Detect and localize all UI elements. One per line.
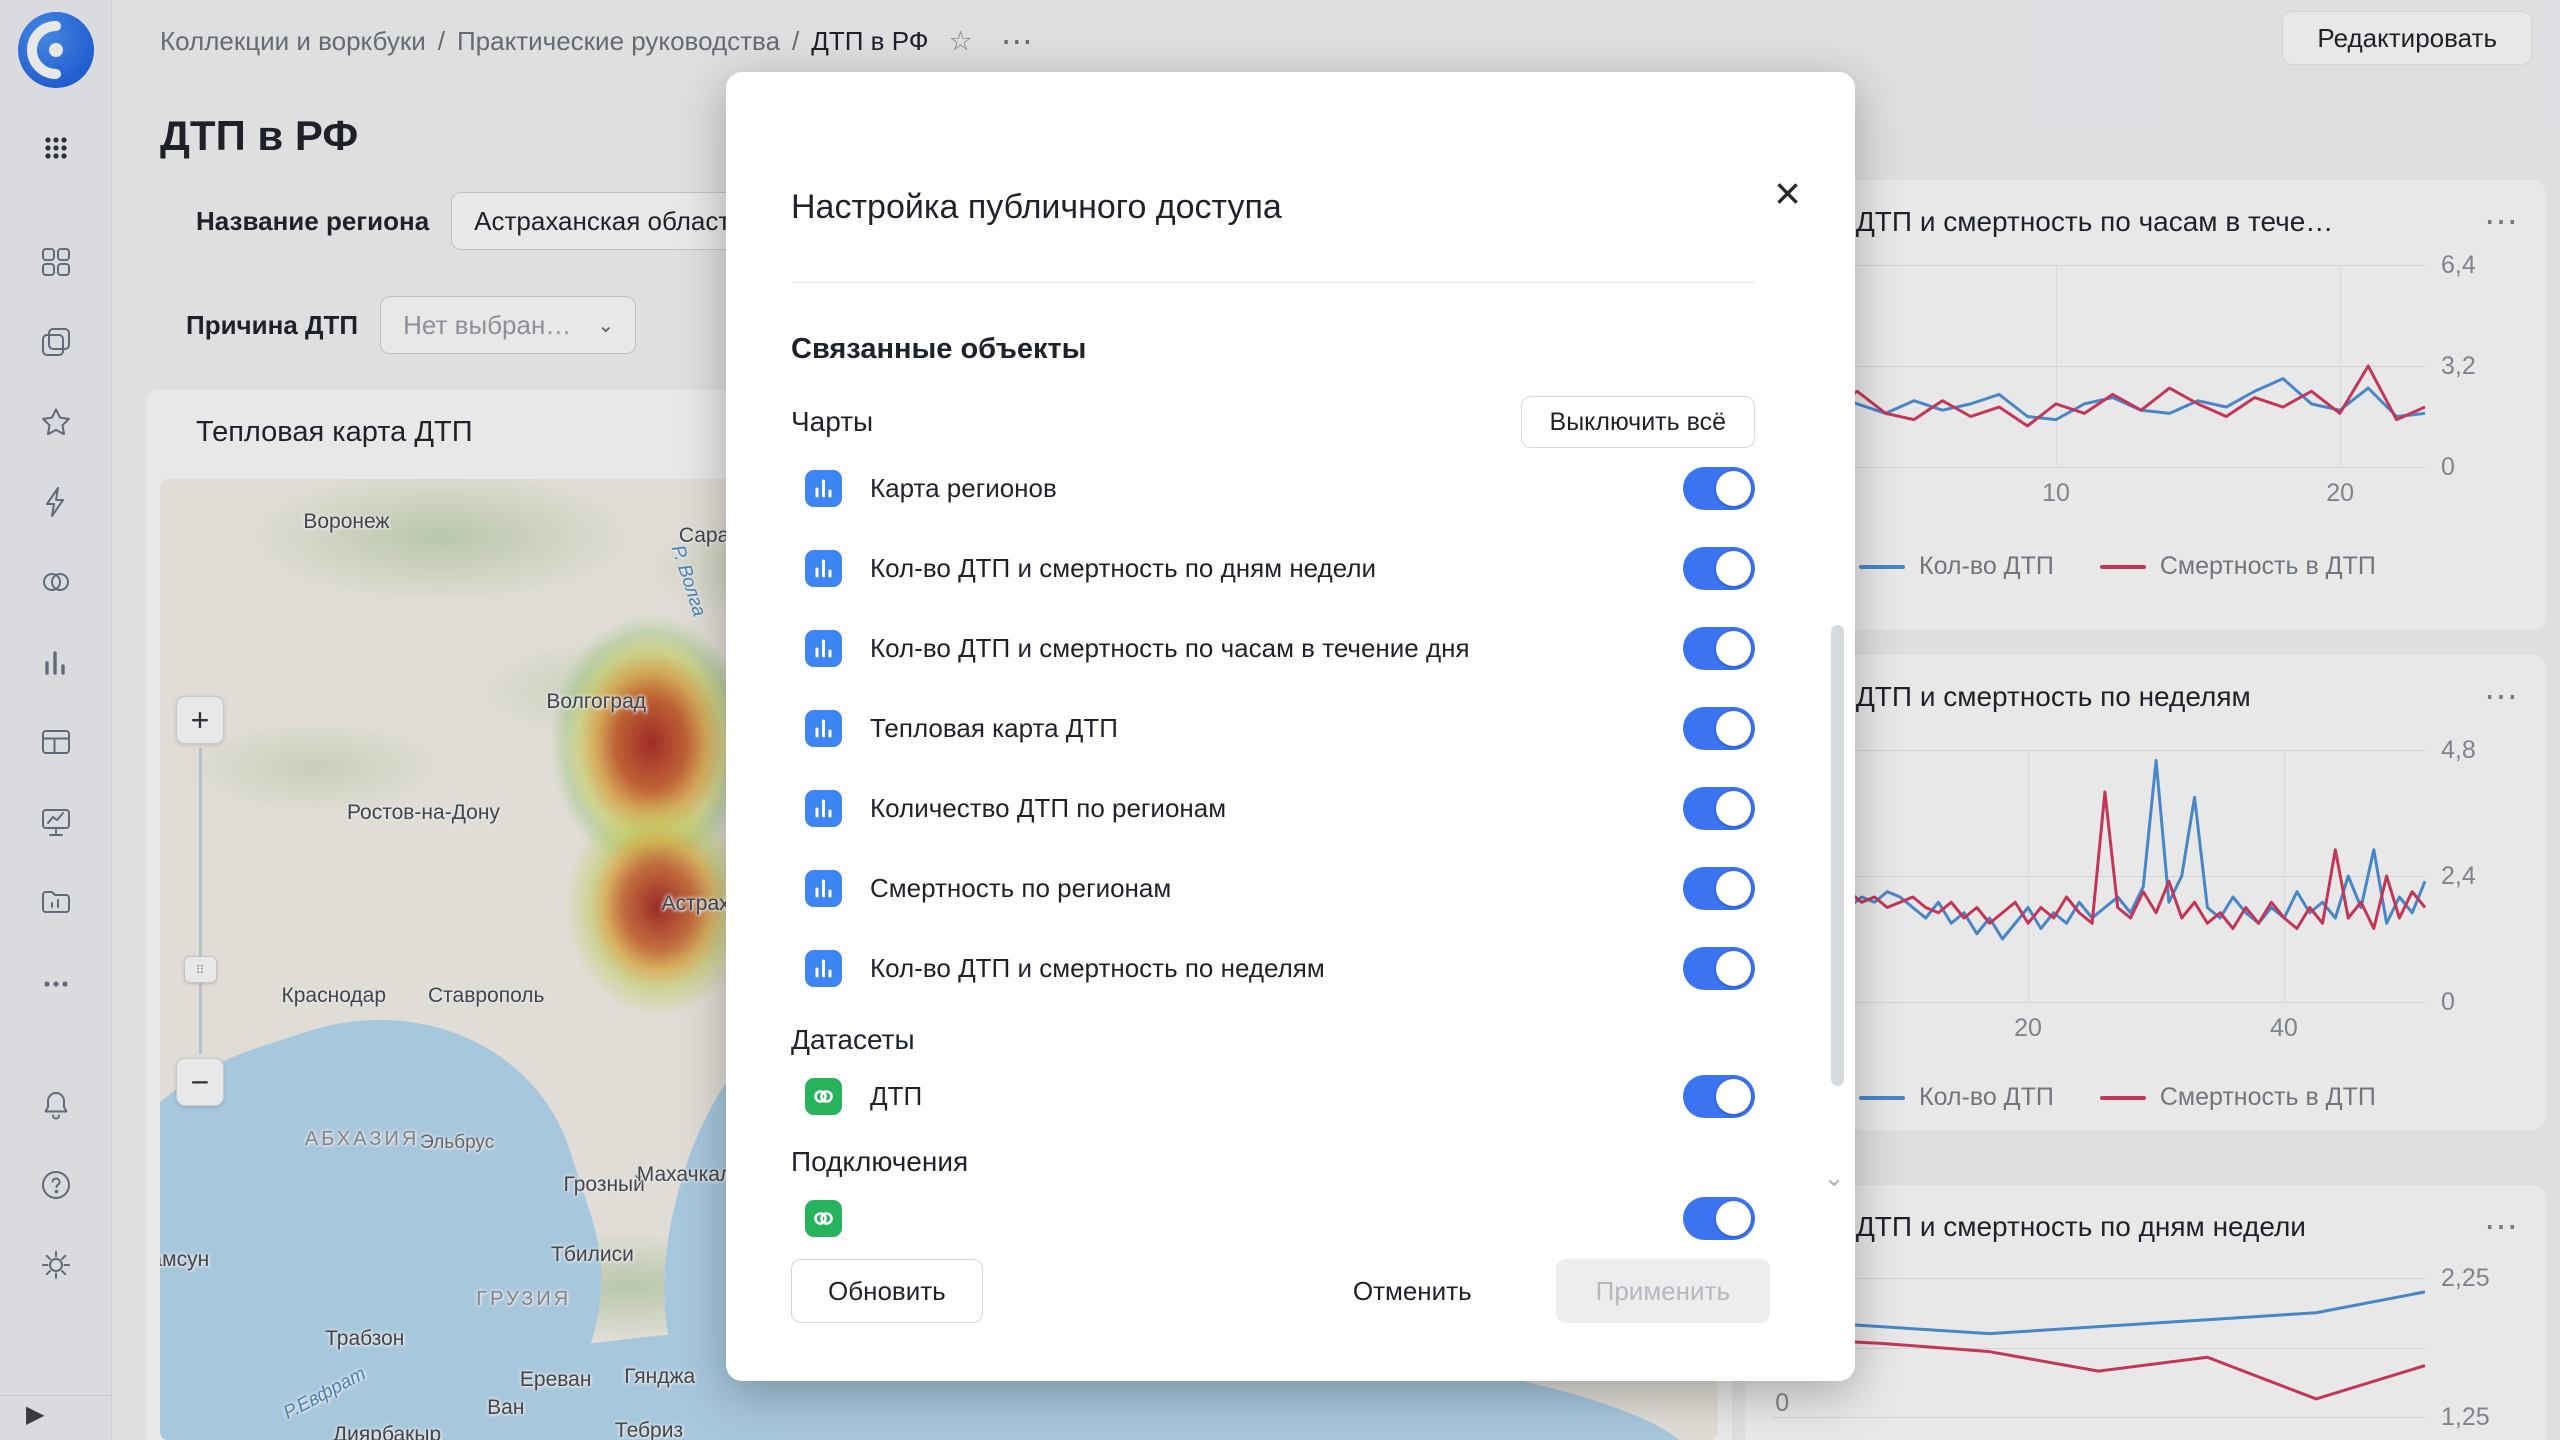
toggle-switch-on[interactable] [1683,787,1755,830]
dialog-body: Связанные объекты Чарты Выключить всё Ка… [726,283,1855,1268]
scroll-chevron-down-icon: ⌄ [1823,1162,1845,1193]
dialog-title: Настройка публичного доступа [791,188,1282,227]
toggle-switch-on[interactable] [1683,867,1755,910]
chart-row-label: Кол-во ДТП и смертность по часам в течен… [870,633,1683,664]
toggle-switch-on[interactable] [1683,707,1755,750]
disable-all-button[interactable]: Выключить всё [1521,396,1755,448]
toggle-switch-on[interactable] [1683,1075,1755,1118]
related-objects-heading: Связанные объекты [791,333,1755,366]
chart-icon [805,630,842,667]
dialog-footer: Обновить Отменить Применить [791,1259,1770,1323]
close-icon[interactable]: × [1774,170,1801,216]
chart-row-label: Кол-во ДТП и смертность по дням недели [870,553,1683,584]
update-button[interactable]: Обновить [791,1259,983,1323]
dataset-toggle-row: ДТП [791,1056,1755,1136]
cancel-button[interactable]: Отменить [1325,1259,1500,1323]
dataset-row-label: ДТП [870,1081,1683,1112]
charts-section-label: Чарты [791,406,873,438]
connection-icon [805,1200,842,1237]
chart-icon [805,950,842,987]
chart-toggle-row: Кол-во ДТП и смертность по дням недели [791,528,1755,608]
toggle-switch-on[interactable] [1683,467,1755,510]
chart-icon [805,470,842,507]
chart-row-label: Карта регионов [870,473,1683,504]
toggle-switch-on[interactable] [1683,947,1755,990]
public-access-dialog: Настройка публичного доступа × Связанные… [726,72,1855,1381]
chart-toggle-row: Количество ДТП по регионам [791,768,1755,848]
chart-row-label: Смертность по регионам [870,873,1683,904]
chart-row-label: Кол-во ДТП и смертность по неделям [870,953,1683,984]
chart-toggle-row: Смертность по регионам [791,848,1755,928]
chart-toggle-row: Тепловая карта ДТП [791,688,1755,768]
toggle-switch-on[interactable] [1683,547,1755,590]
chart-toggle-row: Карта регионов [791,448,1755,528]
toggle-switch-on[interactable] [1683,1197,1755,1240]
chart-icon [805,710,842,747]
connections-section-label: Подключения [791,1146,1755,1178]
dialog-scrollbar-thumb[interactable] [1831,625,1844,1086]
chart-toggle-row: Кол-во ДТП и смертность по часам в течен… [791,608,1755,688]
apply-button-disabled[interactable]: Применить [1556,1259,1770,1323]
datasets-section-label: Датасеты [791,1024,1755,1056]
chart-toggle-row: Кол-во ДТП и смертность по неделям [791,928,1755,1008]
connection-toggle-row-partial [791,1178,1755,1258]
chart-row-label: Количество ДТП по регионам [870,793,1683,824]
chart-icon [805,550,842,587]
chart-icon [805,870,842,907]
dataset-icon [805,1078,842,1115]
chart-icon [805,790,842,827]
chart-row-label: Тепловая карта ДТП [870,713,1683,744]
toggle-switch-on[interactable] [1683,627,1755,670]
